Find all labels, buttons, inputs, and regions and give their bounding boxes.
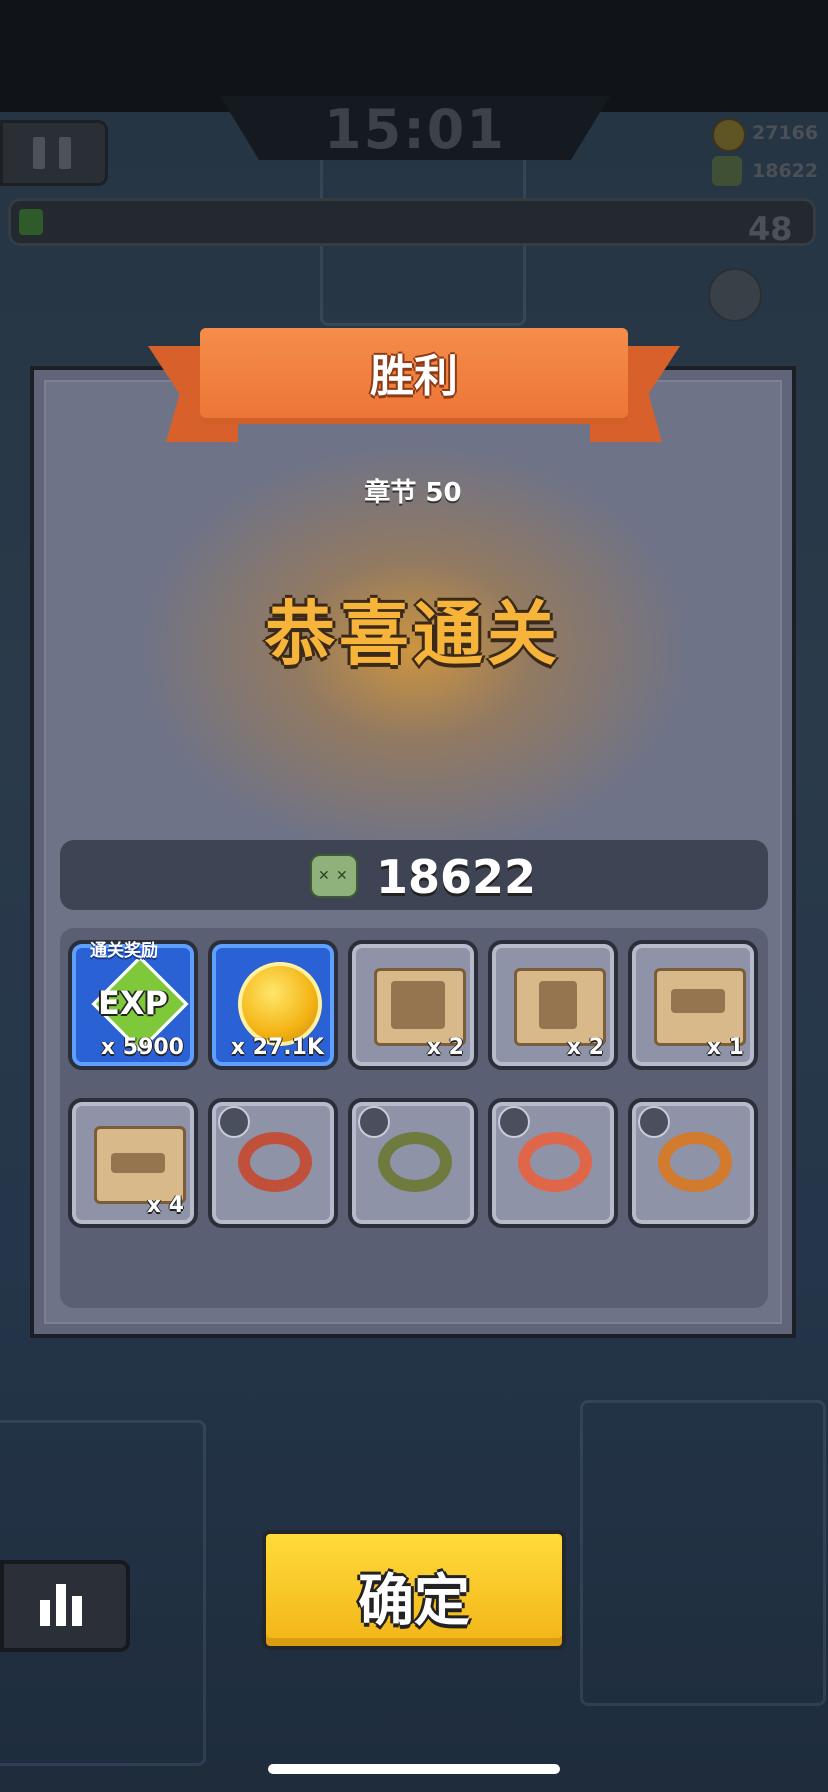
game-timer: 15:01 (324, 98, 506, 161)
necklace-badge-icon (358, 1106, 390, 1138)
confirm-button[interactable]: 确定 (262, 1530, 566, 1650)
pause-icon-bar (59, 137, 71, 169)
player-level: 48 (748, 210, 793, 248)
reward-slot-lightning-collar[interactable] (628, 1098, 758, 1228)
bar-chart-icon-bar (56, 1584, 66, 1626)
reward-qty: x 4 (146, 1193, 184, 1218)
reward-qty: x 2 (566, 1035, 604, 1060)
zombie-head-icon: ✕ ✕ (310, 854, 358, 898)
soccer-ball-icon (708, 268, 762, 322)
reward-slot-gun-scroll[interactable]: x 1 (628, 940, 758, 1070)
reward-slot-bandage-collar[interactable] (488, 1098, 618, 1228)
bar-chart-icon-bar (72, 1596, 82, 1626)
coin-icon (712, 118, 746, 152)
collar-badge-icon (638, 1106, 670, 1138)
reward-qty: x 5900 (100, 1035, 184, 1060)
kill-counter: 18622 (712, 156, 822, 186)
clear-reward-tag: 通关奖励 (90, 941, 158, 961)
coin-counter: 27166 (712, 118, 822, 152)
coin-icon (238, 962, 322, 1046)
necklace-badge-icon (218, 1106, 250, 1138)
reward-slot-glove-scroll[interactable]: x 2 (488, 940, 618, 1070)
collar-badge-icon (498, 1106, 530, 1138)
confirm-button-label: 确定 (358, 1569, 470, 1634)
xp-bar-fill (19, 209, 43, 235)
kill-total: 18622 (376, 850, 537, 904)
top-bar (0, 0, 828, 112)
reward-qty: x 27.1K (230, 1035, 324, 1060)
reward-slot-armor-scroll[interactable]: x 2 (348, 940, 478, 1070)
chapter-label: 章节 50 (364, 478, 462, 508)
stats-button[interactable] (0, 1560, 130, 1652)
bar-chart-icon (40, 1600, 50, 1626)
dialog-title: 胜利 (370, 351, 458, 402)
tag-collar-icon (378, 1132, 452, 1192)
reward-slot-tag-collar[interactable] (348, 1098, 478, 1228)
reward-grid: EXP x 5900 x 27.1K x 2 x 2 x 1 x 4 (60, 928, 768, 1308)
zombie-icon (712, 156, 742, 186)
bone-collar-icon (238, 1132, 312, 1192)
reward-slot-bone-collar[interactable] (208, 1098, 338, 1228)
stage-clear-headline: 恭喜通关 (265, 593, 561, 675)
kill-summary: ✕ ✕ 18622 (60, 840, 768, 910)
pause-button[interactable] (0, 120, 108, 186)
lightning-collar-icon (658, 1132, 732, 1192)
bandage-collar-icon (518, 1132, 592, 1192)
home-indicator[interactable] (268, 1764, 560, 1774)
reward-qty: x 1 (706, 1035, 744, 1060)
exp-label: EXP (98, 984, 168, 1022)
reward-qty: x 2 (426, 1035, 464, 1060)
pause-icon (33, 137, 45, 169)
reward-slot-coin[interactable]: x 27.1K (208, 940, 338, 1070)
coin-value: 27166 (752, 122, 819, 144)
kill-value: 18622 (752, 160, 819, 182)
xp-bar (8, 198, 816, 246)
reward-slot-belt-scroll[interactable]: x 4 (68, 1098, 198, 1228)
